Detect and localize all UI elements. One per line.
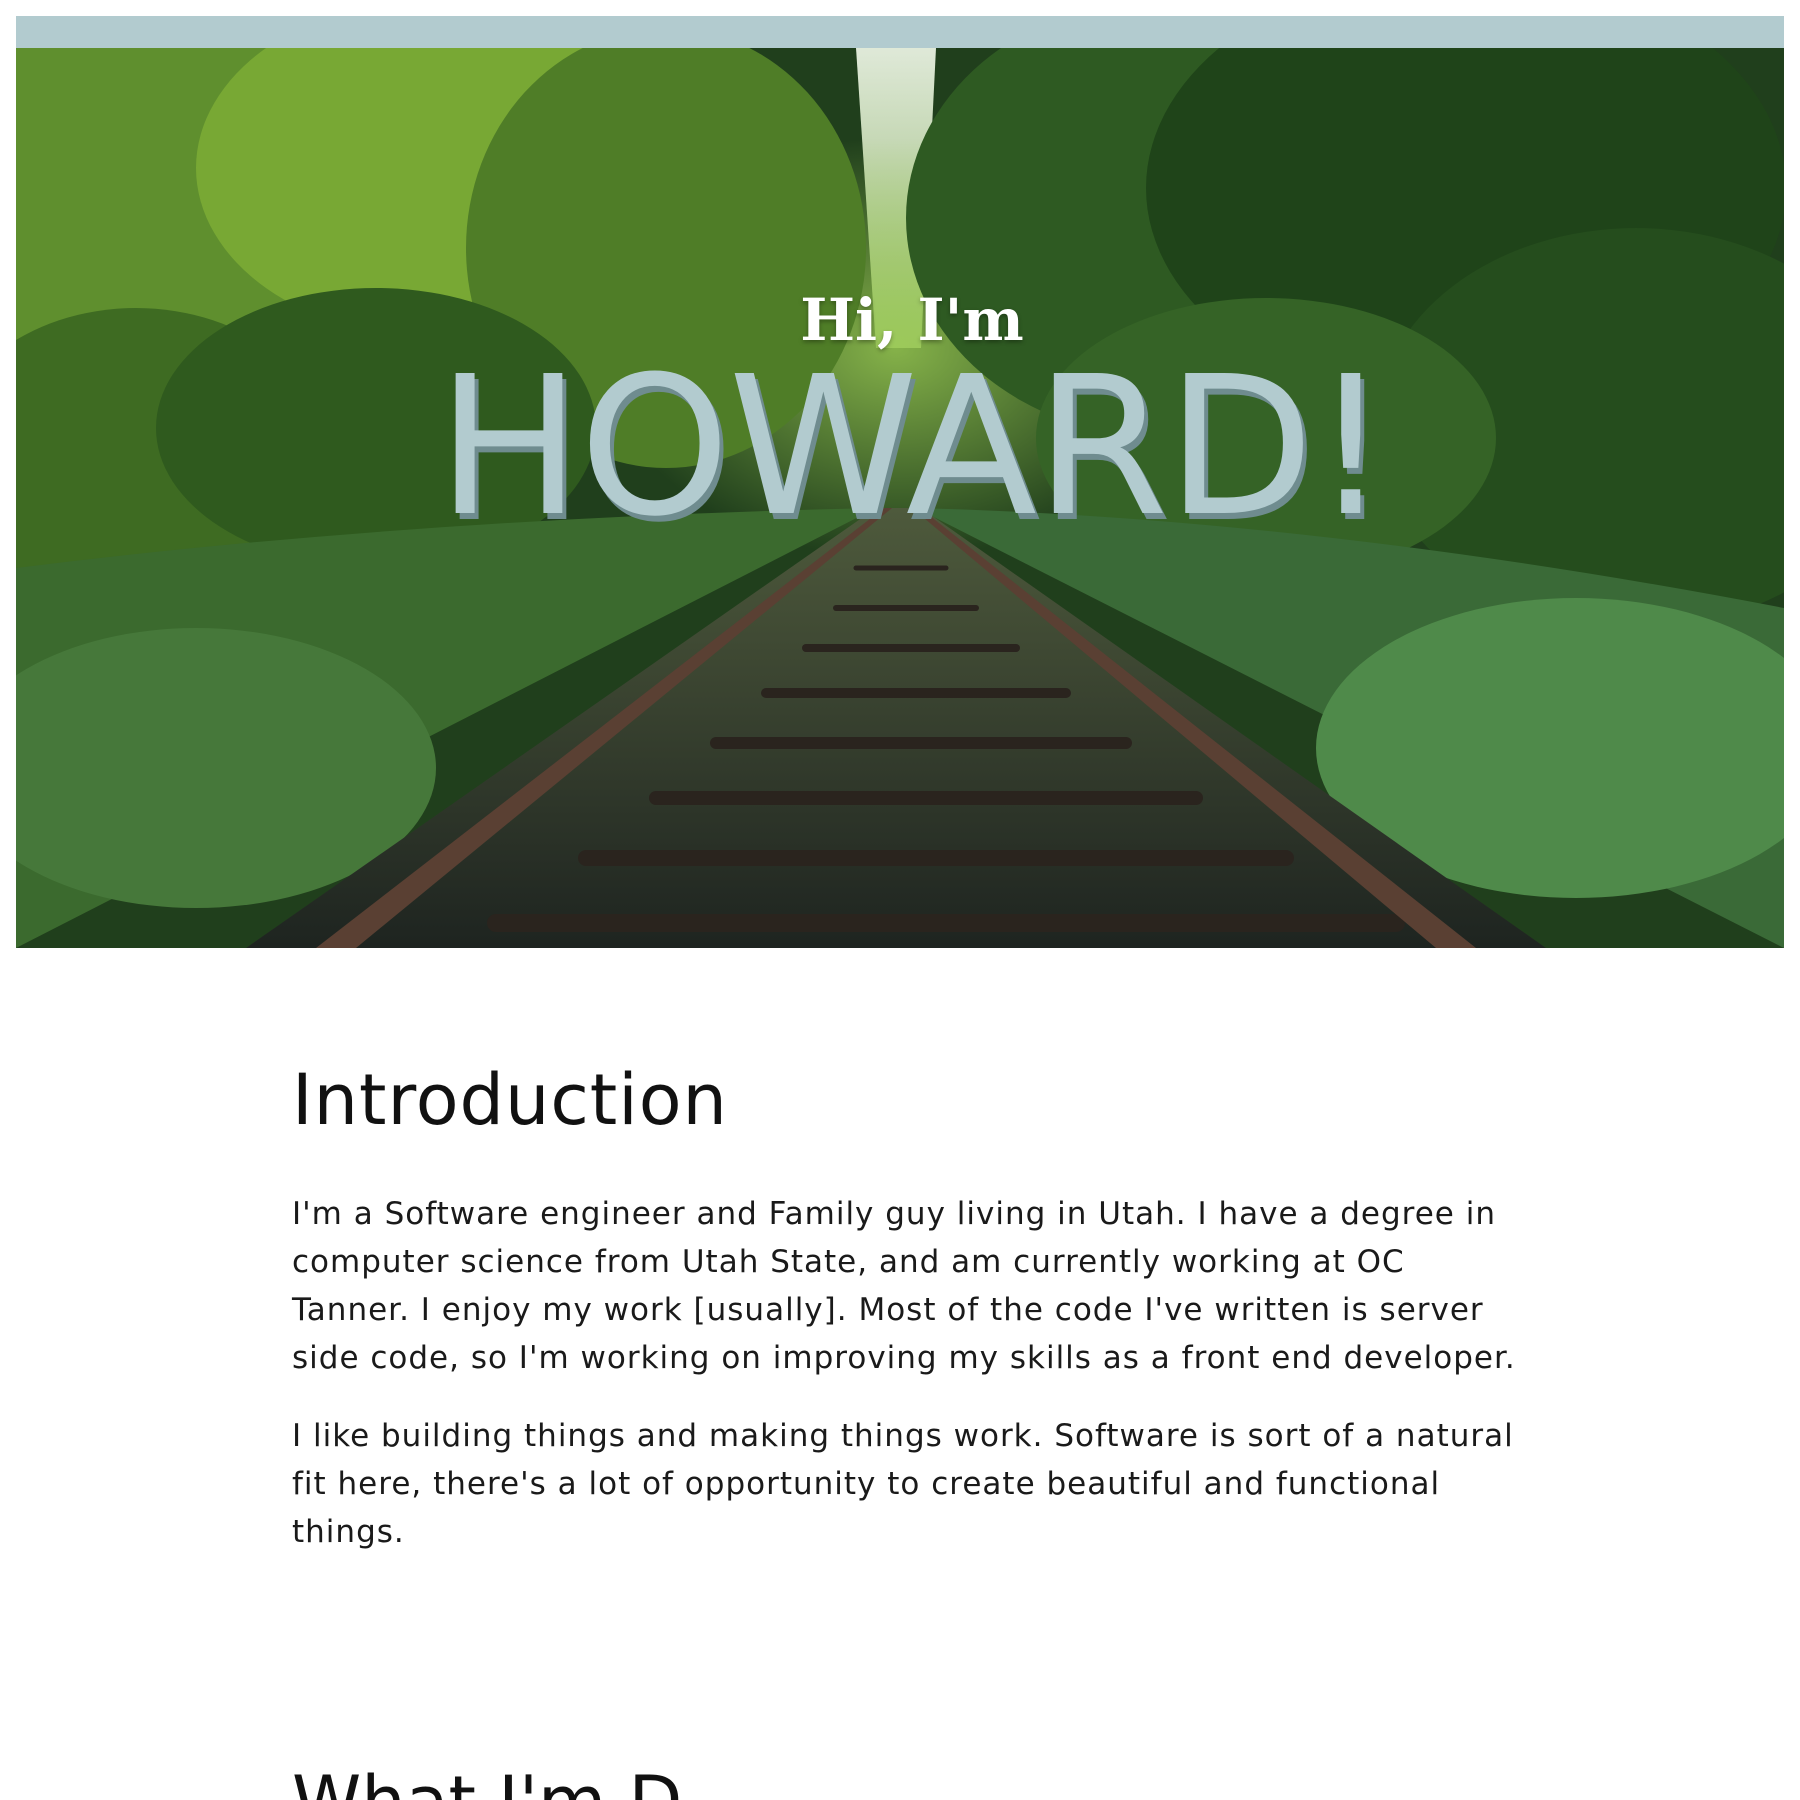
next-section-heading: What I'm D xyxy=(292,1762,682,1800)
intro-paragraph-2: I like building things and making things… xyxy=(292,1418,1514,1550)
introduction-section: Introduction I'm a Software engineer and… xyxy=(292,1060,1522,1556)
top-accent-bar xyxy=(16,16,1784,48)
introduction-heading: Introduction xyxy=(292,1059,728,1141)
page: Hi, I'm HOWARD! Introduction I'm a Softw… xyxy=(0,0,1800,1800)
hero-banner: Hi, I'm HOWARD! xyxy=(16,48,1784,948)
intro-paragraph-1: I'm a Software engineer and Family guy l… xyxy=(292,1196,1516,1376)
hero-name: HOWARD! xyxy=(436,336,1389,559)
